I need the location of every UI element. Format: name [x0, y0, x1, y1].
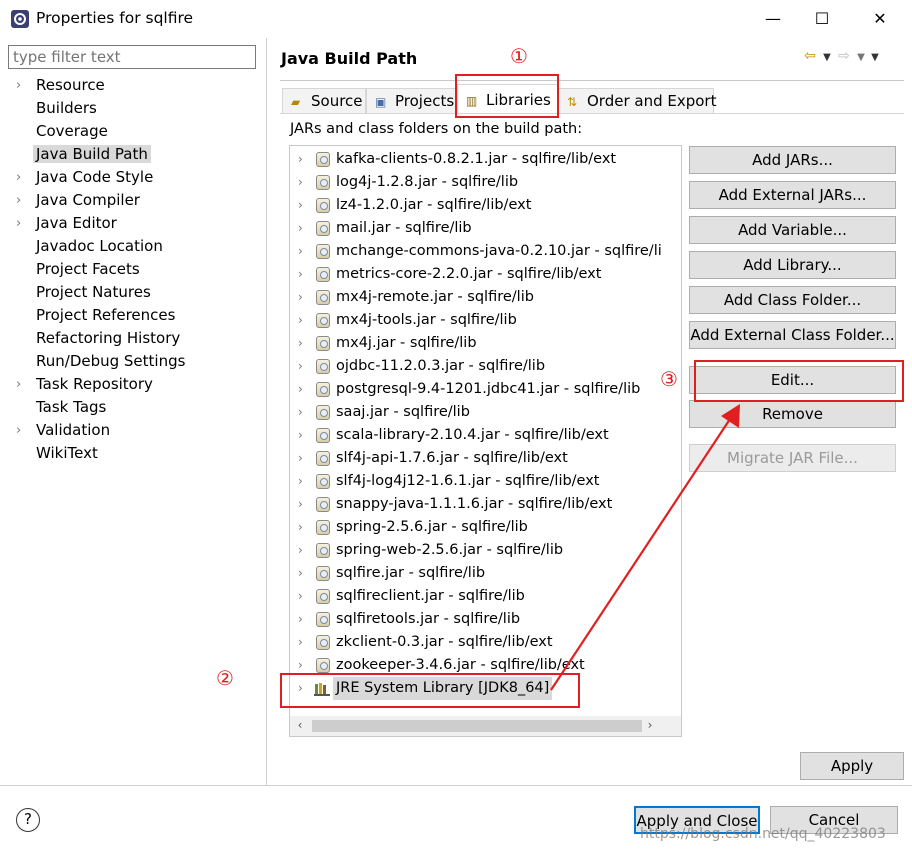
annotation-arrow	[550, 404, 740, 691]
watermark-text: https://blog.csdn.net/qq_40223803	[640, 826, 886, 842]
